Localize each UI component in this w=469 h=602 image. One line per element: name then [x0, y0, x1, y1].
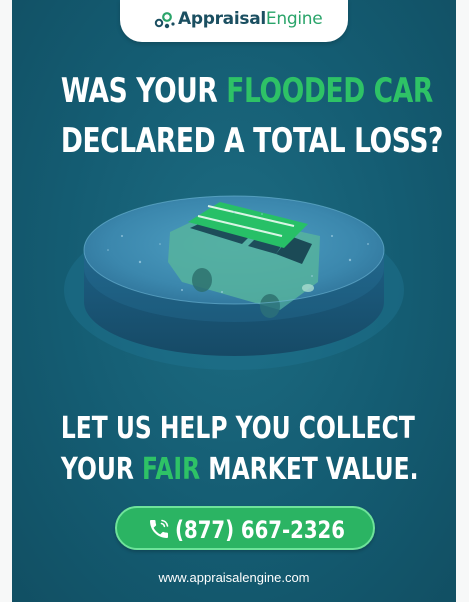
subhead-line1: LET US HELP YOU COLLECT — [60, 411, 415, 446]
subhead-line2: YOUR FAIR MARKET VALUE. — [60, 452, 419, 487]
website-link[interactable]: www.appraisalengine.com — [12, 570, 456, 585]
subhead-highlight: FAIR — [142, 452, 201, 487]
phone-icon — [150, 519, 169, 538]
subhead-line2-a: YOUR — [60, 452, 143, 487]
subhead-line2-c: MARKET VALUE. — [200, 452, 419, 487]
flood-ad-poster: AppraisalEngine WAS YOUR FLOODED CAR DEC… — [12, 0, 456, 602]
phone-number: (877) 667-2326 — [175, 516, 345, 544]
call-button[interactable]: (877) 667-2326 — [115, 506, 375, 550]
